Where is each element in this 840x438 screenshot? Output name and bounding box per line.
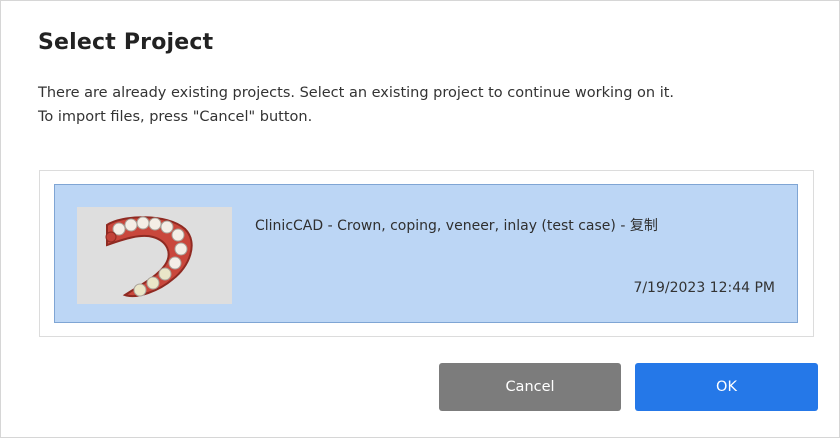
project-date: 7/19/2023 12:44 PM (633, 280, 775, 296)
select-project-dialog: Select Project There are already existin… (0, 0, 840, 438)
project-name: ClinicCAD - Crown, coping, veneer, inlay… (255, 218, 658, 234)
project-list: ClinicCAD - Crown, coping, veneer, inlay… (39, 170, 814, 337)
dialog-title: Select Project (38, 30, 214, 55)
dental-arch-icon (77, 207, 232, 304)
description-line-1: There are already existing projects. Sel… (38, 85, 675, 101)
dialog-description: There are already existing projects. Sel… (38, 81, 808, 129)
ok-button[interactable]: OK (635, 363, 818, 411)
description-line-2: To import files, press "Cancel" button. (38, 109, 313, 125)
project-thumbnail (77, 207, 232, 304)
cancel-button[interactable]: Cancel (439, 363, 621, 411)
project-list-item[interactable]: ClinicCAD - Crown, coping, veneer, inlay… (54, 184, 798, 323)
